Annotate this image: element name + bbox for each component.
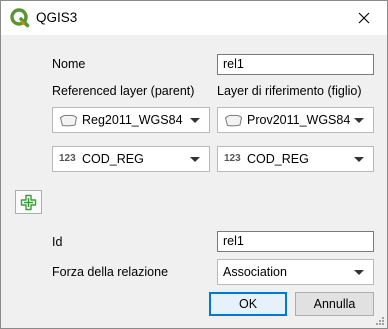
child-layer-header: Layer di riferimento (figlio) — [217, 84, 362, 98]
chevron-down-icon — [190, 118, 200, 123]
id-input[interactable]: rel1 — [217, 231, 374, 252]
name-label: Nome — [52, 57, 86, 71]
relation-strength-label: Forza della relazione — [52, 265, 169, 279]
integer-field-icon: 123 — [59, 153, 76, 164]
polygon-layer-icon — [224, 114, 243, 127]
chevron-down-icon — [354, 118, 364, 123]
integer-field-icon: 123 — [224, 153, 241, 164]
parent-field-value: COD_REG — [82, 152, 144, 166]
child-field-select[interactable]: 123 COD_REG — [217, 146, 374, 172]
add-field-pair-button[interactable] — [15, 190, 42, 214]
qgis-logo-icon — [10, 8, 30, 28]
resize-grip-icon[interactable] — [375, 316, 385, 326]
child-layer-select[interactable]: Prov2011_WGS84 — [217, 107, 374, 133]
relation-strength-value: Association — [223, 265, 287, 279]
close-button[interactable] — [341, 1, 387, 35]
chevron-down-icon — [190, 157, 200, 162]
parent-layer-header: Referenced layer (parent) — [52, 84, 195, 98]
add-relation-dialog: QGIS3 Nome rel1 Referenced layer (parent… — [0, 0, 388, 329]
plus-icon — [20, 194, 37, 210]
ok-button[interactable]: OK — [209, 292, 287, 316]
parent-layer-value: Reg2011_WGS84 — [82, 113, 183, 127]
relation-strength-select[interactable]: Association — [217, 259, 374, 285]
id-label: Id — [52, 235, 63, 249]
chevron-down-icon — [354, 157, 364, 162]
window-title: QGIS3 — [36, 10, 78, 25]
parent-field-select[interactable]: 123 COD_REG — [52, 146, 210, 172]
child-layer-value: Prov2011_WGS84 — [247, 113, 351, 127]
name-input[interactable]: rel1 — [217, 54, 374, 75]
polygon-layer-icon — [59, 114, 78, 127]
cancel-button[interactable]: Annulla — [295, 292, 374, 316]
title-bar: QGIS3 — [1, 1, 387, 35]
parent-layer-select[interactable]: Reg2011_WGS84 — [52, 107, 210, 133]
chevron-down-icon — [354, 270, 364, 275]
close-icon — [358, 12, 370, 24]
child-field-value: COD_REG — [247, 152, 309, 166]
